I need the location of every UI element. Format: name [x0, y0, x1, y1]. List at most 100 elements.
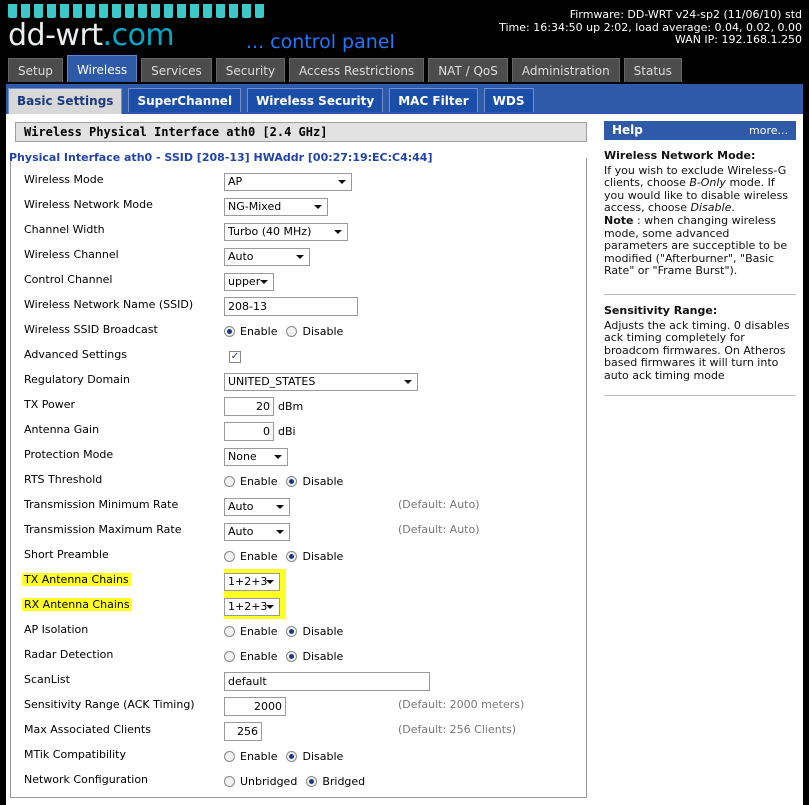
- ap-isolation-radio-disable[interactable]: Disable: [286, 625, 343, 638]
- tab-access-restrictions[interactable]: Access Restrictions: [289, 58, 425, 82]
- subtab-mac-filter[interactable]: MAC Filter: [389, 88, 478, 112]
- radio-button[interactable]: [224, 751, 235, 762]
- control-max-associated-clients: 256: [224, 719, 262, 744]
- radio-button[interactable]: [224, 626, 235, 637]
- short-preamble-radio-disable[interactable]: Disable: [286, 550, 343, 563]
- radio-button[interactable]: [286, 751, 298, 762]
- setting-row-regulatory-domain: Regulatory Domain UNITED_STATES: [24, 369, 584, 394]
- mtik-compatibility-radio-disable[interactable]: Disable: [286, 750, 343, 763]
- control-short-preamble: Enable Disable: [224, 544, 352, 569]
- help-divider: [604, 395, 796, 396]
- transmission-minimum-rate-select[interactable]: Auto: [224, 497, 290, 516]
- channel-width-select[interactable]: Turbo (40 MHz): [224, 222, 348, 241]
- radio-button[interactable]: [224, 476, 235, 487]
- setting-row-wireless-network-name-ssid: Wireless Network Name (SSID) 208-13: [24, 294, 584, 319]
- setting-row-wireless-network-mode: Wireless Network Mode NG-Mixed: [24, 194, 584, 219]
- radio-button[interactable]: [286, 551, 298, 562]
- radio-label: Disable: [302, 650, 344, 663]
- radar-detection-radio-disable[interactable]: Disable: [286, 650, 343, 663]
- control-rts-threshold: Enable Disable: [224, 469, 352, 494]
- label-wireless-network-mode: Wireless Network Mode: [24, 198, 153, 211]
- control-wireless-ssid-broadcast: Enable Disable: [224, 319, 352, 344]
- radio-label: Enable: [240, 750, 278, 763]
- advanced-settings-checkbox[interactable]: ✓: [229, 350, 241, 363]
- tab-services[interactable]: Services: [141, 58, 212, 82]
- radio-button[interactable]: [286, 326, 298, 337]
- selected-value: Auto: [228, 249, 254, 263]
- radio-button[interactable]: [286, 476, 298, 487]
- default-hint: (Default: Auto): [398, 523, 480, 536]
- wireless-ssid-broadcast-radio-enable[interactable]: Enable: [224, 325, 277, 338]
- tab-setup[interactable]: Setup: [8, 58, 63, 82]
- setting-row-ap-isolation: AP Isolation Enable Disable: [24, 619, 584, 644]
- setting-row-rts-threshold: RTS Threshold Enable Disable: [24, 469, 584, 494]
- radio-button[interactable]: [286, 626, 298, 637]
- label-mtik-compatibility: MTik Compatibility: [24, 748, 126, 761]
- transmission-maximum-rate-select[interactable]: Auto: [224, 522, 290, 541]
- setting-row-control-channel: Control Channel upper: [24, 269, 584, 294]
- control-ap-isolation: Enable Disable: [224, 619, 352, 644]
- short-preamble-radio-enable[interactable]: Enable: [224, 550, 277, 563]
- setting-row-wireless-channel: Wireless Channel Auto: [24, 244, 584, 269]
- radio-label: Enable: [240, 325, 278, 338]
- radio-button[interactable]: [224, 776, 235, 787]
- wireless-network-mode-select[interactable]: NG-Mixed: [224, 197, 328, 216]
- main-tabs: Setup Wireless Services Security Access Rest…: [8, 55, 682, 82]
- subtab-basic-settings[interactable]: Basic Settings: [8, 88, 123, 114]
- antenna-gain-input[interactable]: 0: [224, 422, 274, 441]
- system-info: Firmware: DD-WRT v24-sp2 (11/06/10) std …: [499, 8, 802, 47]
- radio-button[interactable]: [306, 776, 318, 787]
- tx-antenna-chains-select[interactable]: 1+2+3: [224, 572, 280, 591]
- wireless-network-name-ssid-input[interactable]: 208-13: [224, 297, 358, 316]
- radio-button[interactable]: [224, 326, 235, 337]
- settings-pane: Wireless Physical Interface ath0 [2.4 GH…: [6, 114, 594, 805]
- subtab-wds[interactable]: WDS: [483, 88, 534, 112]
- label-rts-threshold: RTS Threshold: [24, 473, 103, 486]
- subtab-superchannel[interactable]: SuperChannel: [128, 88, 242, 112]
- setting-row-rx-antenna-chains: RX Antenna Chains 1+2+3: [22, 594, 584, 619]
- radio-button[interactable]: [286, 651, 298, 662]
- label-regulatory-domain: Regulatory Domain: [24, 373, 130, 386]
- max-associated-clients-input[interactable]: 256: [224, 722, 262, 741]
- rts-threshold-radio-enable[interactable]: Enable: [224, 475, 277, 488]
- tagline: ... control panel: [246, 31, 395, 53]
- wireless-mode-select[interactable]: AP: [224, 172, 352, 191]
- tab-status[interactable]: Status: [623, 58, 682, 82]
- radio-button[interactable]: [224, 651, 235, 662]
- help-more-link[interactable]: more...: [749, 121, 788, 140]
- tx-power-input[interactable]: 20: [224, 397, 274, 416]
- label-wireless-channel: Wireless Channel: [24, 248, 119, 261]
- label-wireless-mode: Wireless Mode: [24, 173, 104, 186]
- tab-administration[interactable]: Administration: [511, 58, 620, 82]
- control-regulatory-domain: UNITED_STATES: [224, 369, 418, 394]
- sensitivity-range-ack-timing-input[interactable]: 2000: [224, 697, 286, 716]
- network-configuration-radio-bridged[interactable]: Bridged: [306, 775, 365, 788]
- ap-isolation-radio-enable[interactable]: Enable: [224, 625, 277, 638]
- help-section-sensitivity: Sensitivity Range: Adjusts the ack timin…: [604, 304, 796, 383]
- tab-nat-qos[interactable]: NAT / QoS: [428, 58, 508, 82]
- mtik-compatibility-radio-enable[interactable]: Enable: [224, 750, 277, 763]
- selected-value: NG-Mixed: [228, 199, 282, 213]
- tab-wireless[interactable]: Wireless: [66, 55, 138, 82]
- regulatory-domain-select[interactable]: UNITED_STATES: [224, 372, 418, 391]
- protection-mode-select[interactable]: None: [224, 447, 288, 466]
- control-channel-select[interactable]: upper: [224, 272, 274, 291]
- rx-antenna-chains-select[interactable]: 1+2+3: [224, 597, 280, 616]
- help-heading: Sensitivity Range:: [604, 304, 718, 317]
- rts-threshold-radio-disable[interactable]: Disable: [286, 475, 343, 488]
- content-area: Wireless Physical Interface ath0 [2.4 GH…: [6, 114, 803, 805]
- setting-row-sensitivity-range-ack-timing: Sensitivity Range (ACK Timing) 2000 (Defau…: [24, 694, 584, 719]
- wireless-ssid-broadcast-radio-disable[interactable]: Disable: [286, 325, 343, 338]
- label-wireless-network-name-ssid: Wireless Network Name (SSID): [24, 298, 194, 311]
- tab-security[interactable]: Security: [215, 58, 286, 82]
- control-channel-width: Turbo (40 MHz): [224, 219, 348, 244]
- network-configuration-radio-unbridged[interactable]: Unbridged: [224, 775, 297, 788]
- radio-button[interactable]: [224, 551, 235, 562]
- subtab-wireless-security[interactable]: Wireless Security: [247, 88, 384, 112]
- wireless-channel-select[interactable]: Auto: [224, 247, 310, 266]
- setting-row-channel-width: Channel Width Turbo (40 MHz): [24, 219, 584, 244]
- scanlist-input[interactable]: default: [224, 672, 430, 691]
- selected-value: Auto: [228, 499, 254, 513]
- radar-detection-radio-enable[interactable]: Enable: [224, 650, 277, 663]
- label-tx-antenna-chains: TX Antenna Chains: [22, 573, 131, 586]
